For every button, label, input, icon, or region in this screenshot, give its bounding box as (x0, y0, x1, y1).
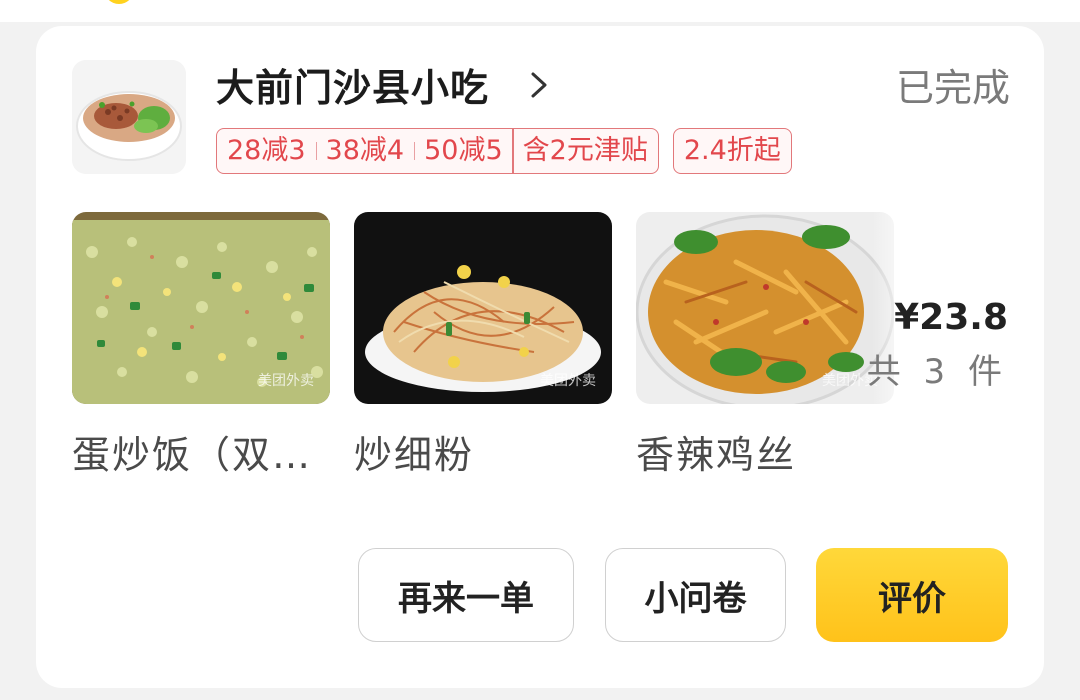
dish-image-spicy-shredded-chicken[interactable]: 美团外卖 (636, 212, 894, 404)
discount-rate-label: 2.4折起 (683, 135, 781, 166)
promotion-tags: 28减3 38减4 50减5 含2元津贴 2.4折起 (216, 128, 792, 176)
discount-tag-group: 28减3 38减4 50减5 含2元津贴 (216, 128, 659, 174)
order-card[interactable]: 大前门沙县小吃 已完成 28减3 38减4 50减5 含2元津贴 2.4折起 美… (36, 26, 1044, 688)
top-bar (0, 0, 1080, 22)
dish-name: 香辣鸡丝 (636, 433, 797, 477)
order-status: 已完成 (895, 66, 1010, 110)
item-count: 共 3 件 (866, 352, 1008, 392)
reorder-button[interactable]: 再来一单 (358, 548, 574, 642)
dish-image-egg-fried-rice[interactable]: 美团外卖 (72, 212, 330, 404)
chevron-right-icon[interactable] (524, 70, 554, 100)
shop-avatar[interactable] (72, 60, 186, 174)
discount-rate-tag: 2.4折起 (672, 128, 792, 174)
dish-image-fried-vermicelli[interactable]: 美团外卖 (354, 212, 612, 404)
status-indicator-icon (104, 0, 134, 4)
watermark: 美团外卖 (540, 373, 596, 389)
shop-name[interactable]: 大前门沙县小吃 (216, 58, 489, 118)
dish-name: 炒细粉 (354, 433, 475, 477)
order-item[interactable]: 美团外卖 炒细粉 (354, 212, 612, 480)
survey-button[interactable]: 小问卷 (605, 548, 786, 642)
discount-tag: 50减5 (414, 129, 514, 173)
subsidy-tag: 含2元津贴 (522, 135, 648, 166)
discount-tag: 38减4 (316, 129, 415, 173)
discount-tag: 28减3 (217, 129, 317, 173)
order-item[interactable]: 美团外卖 香辣鸡丝 (636, 212, 894, 480)
review-button[interactable]: 评价 (816, 548, 1008, 642)
order-item[interactable]: 美团外卖 蛋炒饭（双… (72, 212, 330, 480)
order-total-price: ¥23.8 (894, 297, 1008, 338)
watermark: 美团外卖 (258, 373, 314, 389)
dish-name: 蛋炒饭（双… (72, 433, 313, 477)
